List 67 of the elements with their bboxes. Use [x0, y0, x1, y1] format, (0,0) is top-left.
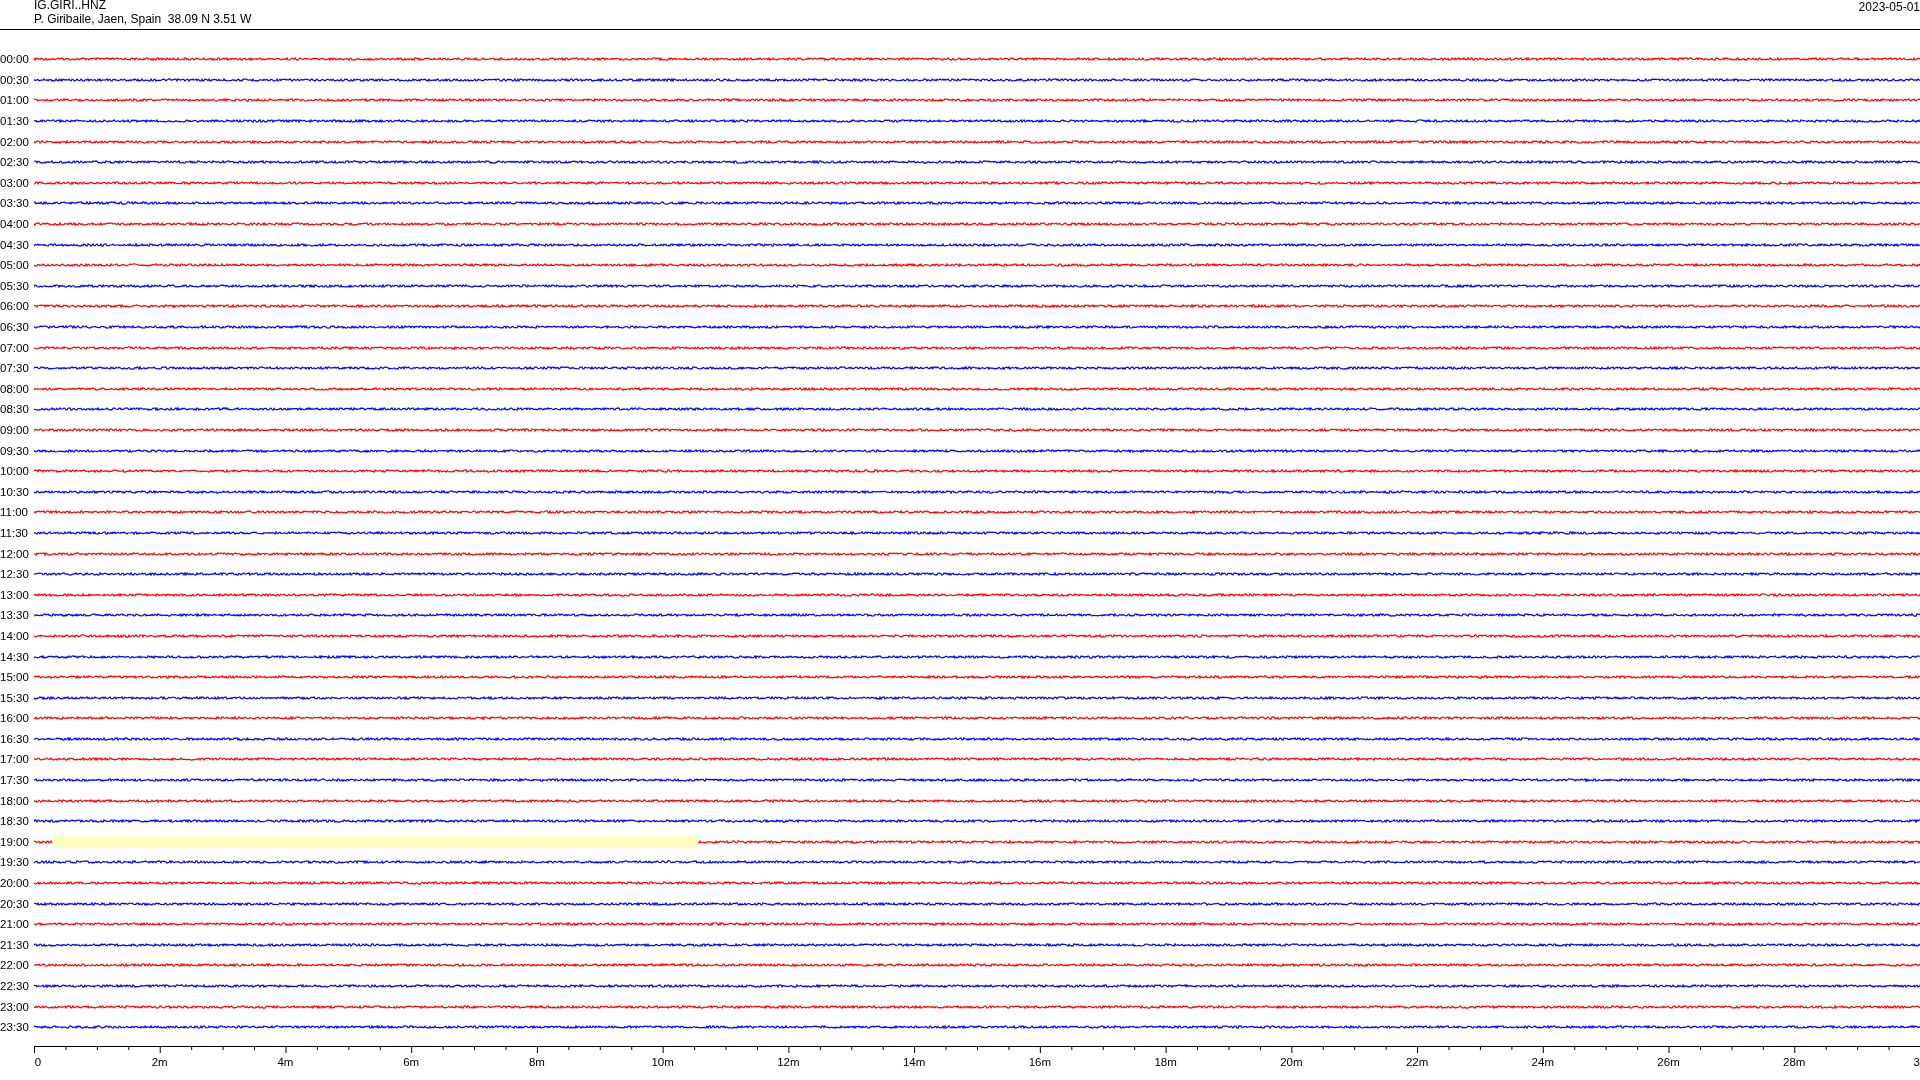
- time-label: 01:00: [0, 94, 30, 107]
- time-label: 04:00: [0, 218, 30, 231]
- time-label: 23:00: [0, 1000, 30, 1013]
- time-label: 00:00: [0, 53, 30, 66]
- time-label: 22:30: [0, 980, 30, 992]
- time-label: 15:00: [0, 671, 30, 684]
- axis-label: 14m: [902, 1056, 926, 1068]
- time-label: 19:00: [0, 835, 30, 848]
- time-label: 19:30: [0, 856, 30, 869]
- axis-label: 4m: [277, 1056, 294, 1068]
- axis-label: 12m: [777, 1056, 800, 1068]
- time-label: 08:30: [0, 403, 30, 416]
- time-label: 08:00: [0, 382, 30, 395]
- time-label: 06:30: [0, 321, 30, 333]
- time-label: 17:30: [0, 774, 30, 787]
- plot-date: 2023-05-01: [1858, 0, 1920, 16]
- axis-label: 6m: [403, 1056, 420, 1068]
- time-label: 05:00: [0, 259, 30, 272]
- time-label: 00:30: [0, 73, 30, 86]
- time-label: 11:30: [0, 526, 29, 539]
- axis-label: 16m: [1028, 1056, 1052, 1068]
- time-label: 09:30: [0, 444, 30, 457]
- time-label: 07:00: [0, 341, 30, 354]
- axis-label: 24m: [1531, 1056, 1554, 1068]
- time-label: 10:30: [0, 485, 30, 498]
- time-label: 09:00: [0, 424, 30, 436]
- time-label: 12:00: [0, 547, 30, 560]
- time-label: 11:00: [0, 506, 29, 519]
- axis-label: 2m: [151, 1056, 168, 1068]
- axis-label: 18m: [1154, 1056, 1177, 1068]
- axis-label: 8m: [528, 1056, 545, 1068]
- time-label: 16:00: [0, 712, 30, 725]
- time-label: 20:30: [0, 897, 30, 910]
- time-label: 03:00: [0, 176, 30, 189]
- station-location: P. Giribaile, Jaen, Spain 38.09 N 3.51 W: [34, 12, 252, 26]
- time-label: 14:00: [0, 629, 30, 642]
- time-label: 12:30: [0, 568, 30, 581]
- time-label: 02:00: [0, 135, 30, 148]
- time-label: 22:00: [0, 959, 30, 972]
- axis-label: 22m: [1405, 1056, 1429, 1068]
- time-label: 23:30: [0, 1021, 30, 1034]
- time-label: 18:00: [0, 794, 30, 807]
- time-label: 05:30: [0, 279, 30, 292]
- station-code: IG.GIRI..HNZ: [34, 0, 107, 12]
- time-label: 13:30: [0, 609, 30, 622]
- time-label: 16:30: [0, 732, 30, 745]
- time-label: 01:30: [0, 115, 30, 128]
- time-label: 03:30: [0, 197, 30, 210]
- time-label: 13:00: [0, 588, 30, 601]
- time-label: 21:00: [0, 918, 30, 931]
- time-label: 17:00: [0, 753, 30, 766]
- axis-label: 28m: [1783, 1056, 1806, 1068]
- time-label: 20:00: [0, 877, 30, 890]
- axis-label: 20m: [1280, 1056, 1303, 1068]
- time-label: 07:30: [0, 362, 30, 375]
- axis-label: 3: [1913, 1056, 1920, 1068]
- time-label: 02:30: [0, 156, 30, 169]
- axis-label: 26m: [1657, 1056, 1680, 1068]
- time-label: 04:30: [0, 238, 30, 251]
- time-label: 15:30: [0, 691, 30, 704]
- time-label: 21:30: [0, 938, 30, 951]
- axis-label: 10m: [651, 1056, 674, 1068]
- time-label: 06:00: [0, 300, 30, 313]
- time-label: 18:30: [0, 815, 30, 828]
- axis-label: 0: [34, 1056, 42, 1068]
- time-label: 14:30: [0, 650, 30, 663]
- time-label: 10:00: [0, 465, 30, 478]
